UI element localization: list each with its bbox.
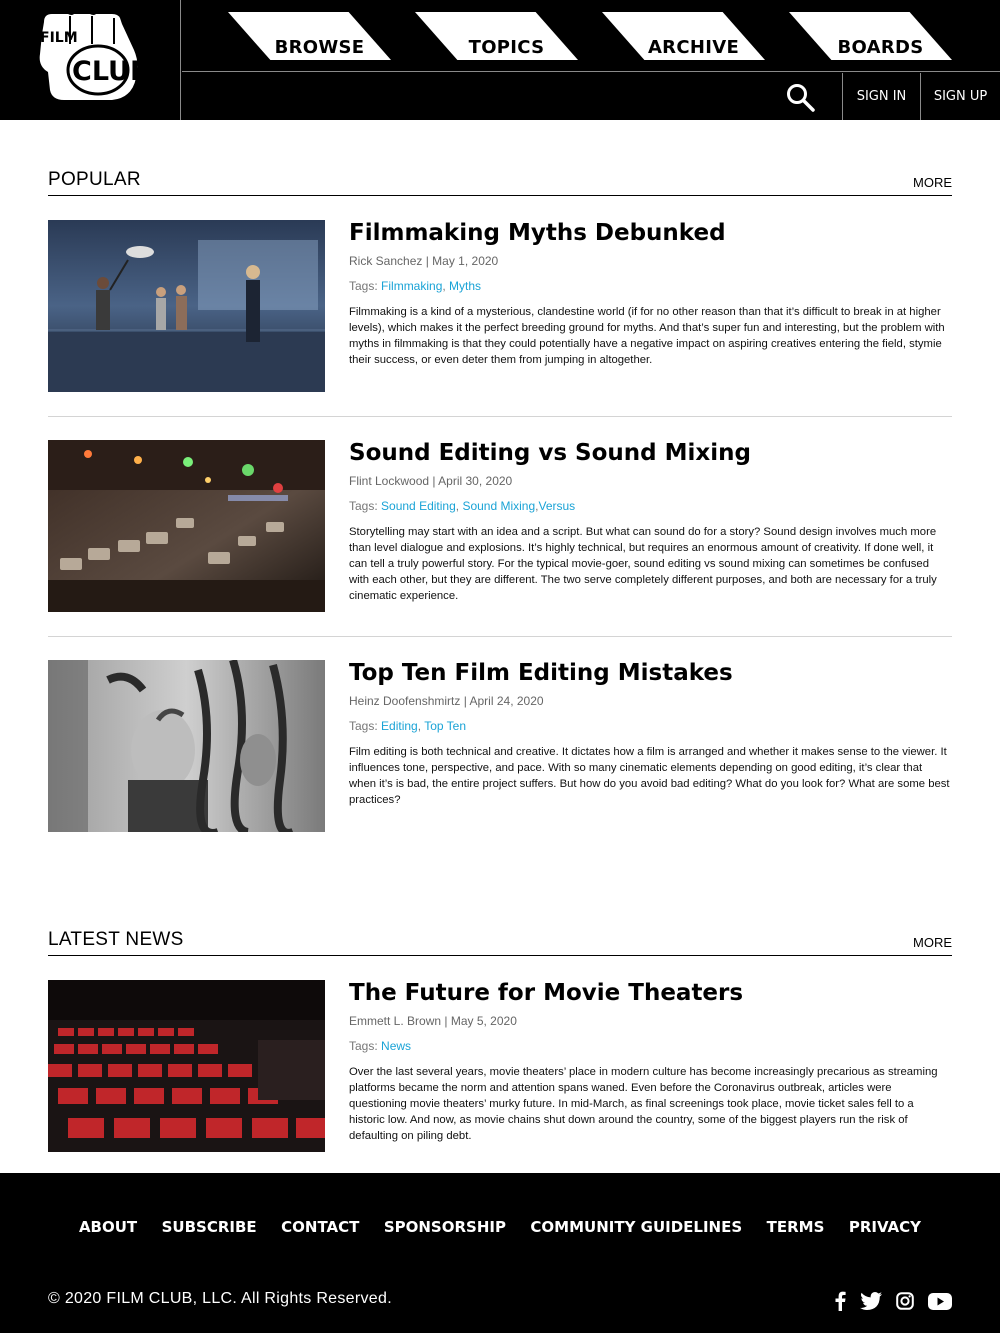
article-tags: Tags: News — [349, 1039, 952, 1053]
article-byline: Rick Sanchez | May 1, 2020 — [349, 254, 499, 268]
film-club-logo: FILM CLUB — [39, 14, 142, 100]
logo-text-film: FILM — [40, 30, 78, 46]
nav-tab-boards[interactable]: BOARDS — [789, 12, 952, 60]
article-title[interactable]: Filmmaking Myths Debunked — [349, 219, 952, 247]
article-excerpt: Film editing is both technical and creat… — [349, 746, 950, 806]
footer-link-privacy[interactable]: PRIVACY — [849, 1218, 921, 1236]
footer-link-subscribe[interactable]: SUBSCRIBE — [162, 1218, 257, 1236]
article-card: The Future for Movie Theaters Emmett L. … — [48, 980, 952, 1152]
article-byline: Flint Lockwood | April 30, 2020 — [349, 474, 513, 488]
article-divider — [48, 636, 952, 637]
footer-link-sponsorship[interactable]: SPONSORSHIP — [384, 1218, 506, 1236]
instagram-icon[interactable] — [896, 1292, 914, 1310]
tag-link[interactable]: Sound Mixing — [462, 499, 535, 513]
tags-label: Tags: — [349, 279, 378, 293]
copyright-text: © 2020 FILM CLUB, LLC. All Rights Reserv… — [48, 1290, 392, 1307]
nav-tab-label: BROWSE — [274, 37, 365, 58]
article-title[interactable]: Sound Editing vs Sound Mixing — [349, 439, 952, 467]
tags-label: Tags: — [349, 499, 378, 513]
tag-link[interactable]: Filmmaking — [381, 279, 442, 293]
article-thumbnail[interactable] — [48, 660, 325, 832]
nav-tab-label: TOPICS — [468, 37, 545, 58]
article-title[interactable]: The Future for Movie Theaters — [349, 979, 952, 1007]
tag-link[interactable]: Editing — [381, 719, 418, 733]
section-title: POPULAR — [48, 169, 141, 190]
article-excerpt: Filmmaking is a kind of a mysterious, cl… — [349, 306, 945, 366]
article-divider — [48, 416, 952, 417]
article-excerpt: Storytelling may start with an idea and … — [349, 526, 937, 602]
nav-tab-label: BOARDS — [837, 37, 924, 58]
tag-link[interactable]: Sound Editing — [381, 499, 456, 513]
footer-link-community-guidelines[interactable]: COMMUNITY GUIDELINES — [530, 1218, 742, 1236]
article-date: May 1, 2020 — [432, 254, 499, 268]
footer-link-contact[interactable]: CONTACT — [281, 1218, 359, 1236]
facebook-icon[interactable] — [834, 1291, 846, 1311]
footer-link-terms[interactable]: TERMS — [767, 1218, 825, 1236]
tag-link[interactable]: Versus — [539, 499, 576, 513]
logo-link[interactable]: FILM CLUB — [0, 0, 181, 120]
account-bar: SIGN IN SIGN UP — [182, 73, 1000, 120]
article-date: April 24, 2020 — [469, 694, 544, 708]
tag-link[interactable]: Top Ten — [424, 719, 466, 733]
youtube-icon[interactable] — [928, 1292, 952, 1310]
tags-label: Tags: — [349, 1039, 378, 1053]
article-card: Filmmaking Myths Debunked Rick Sanchez |… — [48, 220, 952, 392]
article-byline: Heinz Doofenshmirtz | April 24, 2020 — [349, 694, 544, 708]
article-thumbnail[interactable] — [48, 980, 325, 1152]
article-card: Top Ten Film Editing Mistakes Heinz Doof… — [48, 660, 952, 832]
search-button[interactable] — [786, 83, 816, 113]
tags-label: Tags: — [349, 719, 378, 733]
article-thumbnail[interactable] — [48, 220, 325, 392]
tag-link[interactable]: News — [381, 1039, 411, 1053]
sign-in-button[interactable]: SIGN IN — [842, 73, 920, 120]
article-tags: Tags: Sound Editing, Sound Mixing,Versus — [349, 499, 576, 513]
section-title: LATEST NEWS — [48, 929, 184, 950]
latest-news-section-header: LATEST NEWS MORE — [48, 926, 952, 956]
site-footer: ABOUT SUBSCRIBE CONTACT SPONSORSHIP COMM… — [0, 1173, 1000, 1333]
nav-tab-topics[interactable]: TOPICS — [415, 12, 578, 60]
article-thumbnail[interactable] — [48, 440, 325, 612]
popular-section-header: POPULAR MORE — [48, 166, 952, 196]
article-author: Heinz Doofenshmirtz — [349, 694, 461, 708]
article-date: May 5, 2020 — [450, 1014, 517, 1028]
nav-tab-archive[interactable]: ARCHIVE — [602, 12, 765, 60]
popular-more-link[interactable]: MORE — [913, 175, 952, 190]
article-byline: Emmett L. Brown | May 5, 2020 — [349, 1014, 517, 1028]
article-author: Flint Lockwood — [349, 474, 430, 488]
main-nav: BROWSE TOPICS ARCHIVE BOARDS — [182, 0, 1000, 72]
search-icon — [787, 84, 815, 112]
site-header: FILM CLUB BROWSE TOPICS ARCHIVE BOARDS S… — [0, 0, 1000, 120]
article-date: April 30, 2020 — [438, 474, 513, 488]
article-author: Rick Sanchez — [349, 254, 423, 268]
article-tags: Tags: Filmmaking, Myths — [349, 279, 482, 293]
latest-news-more-link[interactable]: MORE — [913, 935, 952, 950]
article-title[interactable]: Top Ten Film Editing Mistakes — [349, 659, 952, 687]
footer-nav: ABOUT SUBSCRIBE CONTACT SPONSORSHIP COMM… — [0, 1218, 1000, 1237]
sign-up-button[interactable]: SIGN UP — [920, 73, 1000, 120]
article-card: Sound Editing vs Sound Mixing Flint Lock… — [48, 440, 952, 612]
article-tags: Tags: Editing, Top Ten — [349, 719, 466, 733]
logo-text-club: CLUB — [72, 56, 142, 87]
article-excerpt: Over the last several years, movie theat… — [349, 1066, 938, 1142]
tag-link[interactable]: Myths — [449, 279, 481, 293]
twitter-icon[interactable] — [860, 1292, 882, 1310]
social-links — [834, 1291, 952, 1311]
nav-tab-label: ARCHIVE — [647, 37, 740, 58]
article-author: Emmett L. Brown — [349, 1014, 442, 1028]
footer-link-about[interactable]: ABOUT — [79, 1218, 137, 1236]
nav-tab-browse[interactable]: BROWSE — [228, 12, 391, 60]
